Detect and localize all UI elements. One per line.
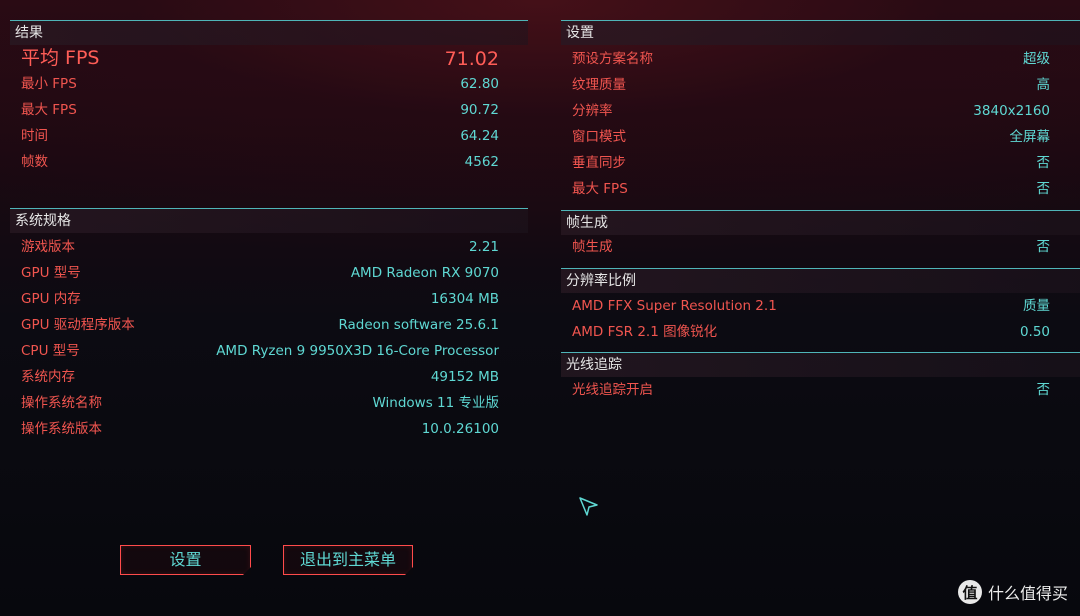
spec-row-gpu-driver: GPU 驱动程序版本 Radeon software 25.6.1 xyxy=(10,312,528,338)
system-specs-section-title: 系统规格 xyxy=(15,213,71,229)
result-row-min-fps: 最小 FPS 62.80 xyxy=(10,71,528,97)
spec-label: CPU 型号 xyxy=(21,343,80,359)
scaling-row-fsr: AMD FFX Super Resolution 2.1 质量 xyxy=(561,293,1080,319)
mouse-cursor-icon xyxy=(578,496,600,522)
setting-label: 分辨率 xyxy=(572,103,613,119)
spec-value: 49152 MB xyxy=(430,369,499,385)
scaling-value: 0.50 xyxy=(1019,324,1050,340)
frame-gen-section-header: 帧生成 xyxy=(561,210,1080,235)
scaling-value: 质量 xyxy=(1023,298,1050,314)
frame-gen-label: 帧生成 xyxy=(572,239,613,255)
scaling-label: AMD FSR 2.1 图像锐化 xyxy=(572,324,718,340)
exit-button-label: 退出到主菜单 xyxy=(299,550,396,569)
setting-value: 超级 xyxy=(1023,51,1050,67)
watermark-text: 什么值得买 xyxy=(987,584,1068,603)
avg-fps-row: 平均 FPS 71.02 xyxy=(10,45,528,73)
setting-label: 窗口模式 xyxy=(572,129,626,145)
spec-value: AMD Ryzen 9 9950X3D 16-Core Processor xyxy=(216,343,499,359)
spec-label: 游戏版本 xyxy=(21,239,75,255)
spec-label: GPU 型号 xyxy=(21,265,81,281)
spec-row-gpu-memory: GPU 内存 16304 MB xyxy=(10,286,528,312)
exit-to-main-menu-button[interactable]: 退出到主菜单 xyxy=(283,545,413,575)
spec-label: 系统内存 xyxy=(21,369,75,385)
results-section-title: 结果 xyxy=(15,25,43,41)
result-label: 最小 FPS xyxy=(21,76,77,92)
settings-button[interactable]: 设置 xyxy=(120,545,251,575)
watermark: 值 什么值得买 xyxy=(957,579,1068,605)
result-value: 4562 xyxy=(464,154,499,170)
watermark-logo-icon: 值 xyxy=(957,580,982,604)
result-label: 最大 FPS xyxy=(21,102,77,118)
result-row-time: 时间 64.24 xyxy=(10,123,528,149)
result-value: 90.72 xyxy=(460,102,499,118)
frame-gen-panel: 帧生成 帧生成 否 xyxy=(561,210,1080,262)
avg-fps-value: 71.02 xyxy=(444,48,499,70)
spec-row-system-memory: 系统内存 49152 MB xyxy=(10,364,528,390)
setting-row-max-fps: 最大 FPS 否 xyxy=(561,176,1080,202)
frame-gen-value: 否 xyxy=(1036,239,1051,255)
scaling-row-sharpening: AMD FSR 2.1 图像锐化 0.50 xyxy=(561,319,1080,345)
spec-value: 10.0.26100 xyxy=(421,421,499,437)
spec-label: 操作系统名称 xyxy=(21,395,102,411)
setting-label: 垂直同步 xyxy=(572,155,626,171)
spec-label: GPU 驱动程序版本 xyxy=(21,317,135,333)
ray-tracing-section-header: 光线追踪 xyxy=(561,352,1080,377)
system-specs-section-header: 系统规格 xyxy=(10,208,528,233)
setting-value: 否 xyxy=(1036,181,1051,197)
settings-section-title: 设置 xyxy=(566,25,594,41)
spec-value: Windows 11 专业版 xyxy=(372,395,499,411)
setting-label: 预设方案名称 xyxy=(572,51,653,67)
result-value: 62.80 xyxy=(460,76,499,92)
avg-fps-label: 平均 FPS xyxy=(21,47,100,69)
result-label: 时间 xyxy=(21,128,48,144)
button-corner-notch xyxy=(405,567,413,575)
spec-row-os-version: 操作系统版本 10.0.26100 xyxy=(10,416,528,442)
spec-label: 操作系统版本 xyxy=(21,421,102,437)
spec-label: GPU 内存 xyxy=(21,291,81,307)
setting-label: 纹理质量 xyxy=(572,77,626,93)
scaling-label: AMD FFX Super Resolution 2.1 xyxy=(572,298,777,314)
setting-row-preset: 预设方案名称 超级 xyxy=(561,46,1080,72)
results-section-header: 结果 xyxy=(10,20,528,45)
setting-label: 最大 FPS xyxy=(572,181,628,197)
frame-gen-section-title: 帧生成 xyxy=(566,215,608,231)
setting-row-window-mode: 窗口模式 全屏幕 xyxy=(561,124,1080,150)
ray-tracing-row: 光线追踪开启 否 xyxy=(561,377,1080,403)
setting-row-vsync: 垂直同步 否 xyxy=(561,150,1080,176)
result-value: 64.24 xyxy=(460,128,499,144)
spec-row-gpu-model: GPU 型号 AMD Radeon RX 9070 xyxy=(10,260,528,286)
button-corner-notch xyxy=(243,567,251,575)
spec-value: 2.21 xyxy=(468,239,499,255)
spec-value: Radeon software 25.6.1 xyxy=(338,317,499,333)
settings-panel: 设置 预设方案名称 超级 纹理质量 高 分辨率 3840x2160 窗口模式 全… xyxy=(561,20,1080,204)
resolution-scaling-section-title: 分辨率比例 xyxy=(566,273,636,289)
setting-row-resolution: 分辨率 3840x2160 xyxy=(561,98,1080,124)
settings-section-header: 设置 xyxy=(561,20,1080,45)
ray-tracing-label: 光线追踪开启 xyxy=(572,382,653,398)
results-panel: 结果 平均 FPS 71.02 最小 FPS 62.80 最大 FPS 90.7… xyxy=(10,20,528,200)
spec-row-os-name: 操作系统名称 Windows 11 专业版 xyxy=(10,390,528,416)
ray-tracing-section-title: 光线追踪 xyxy=(566,357,622,373)
setting-value: 高 xyxy=(1036,77,1051,93)
result-row-frames: 帧数 4562 xyxy=(10,149,528,175)
spec-value: 16304 MB xyxy=(430,291,499,307)
setting-value: 否 xyxy=(1036,155,1051,171)
setting-value: 3840x2160 xyxy=(973,103,1050,119)
setting-value: 全屏幕 xyxy=(1009,129,1051,145)
resolution-scaling-panel: 分辨率比例 AMD FFX Super Resolution 2.1 质量 AM… xyxy=(561,268,1080,346)
frame-gen-row: 帧生成 否 xyxy=(561,234,1080,260)
settings-button-label: 设置 xyxy=(169,550,202,569)
system-specs-panel: 系统规格 游戏版本 2.21 GPU 型号 AMD Radeon RX 9070… xyxy=(10,208,528,448)
ray-tracing-panel: 光线追踪 光线追踪开启 否 xyxy=(561,352,1080,404)
spec-value: AMD Radeon RX 9070 xyxy=(350,265,499,281)
ray-tracing-value: 否 xyxy=(1036,382,1051,398)
result-label: 帧数 xyxy=(21,154,48,170)
spec-row-game-version: 游戏版本 2.21 xyxy=(10,234,528,260)
spec-row-cpu-model: CPU 型号 AMD Ryzen 9 9950X3D 16-Core Proce… xyxy=(10,338,528,364)
resolution-scaling-section-header: 分辨率比例 xyxy=(561,268,1080,293)
setting-row-texture-quality: 纹理质量 高 xyxy=(561,72,1080,98)
result-row-max-fps: 最大 FPS 90.72 xyxy=(10,97,528,123)
